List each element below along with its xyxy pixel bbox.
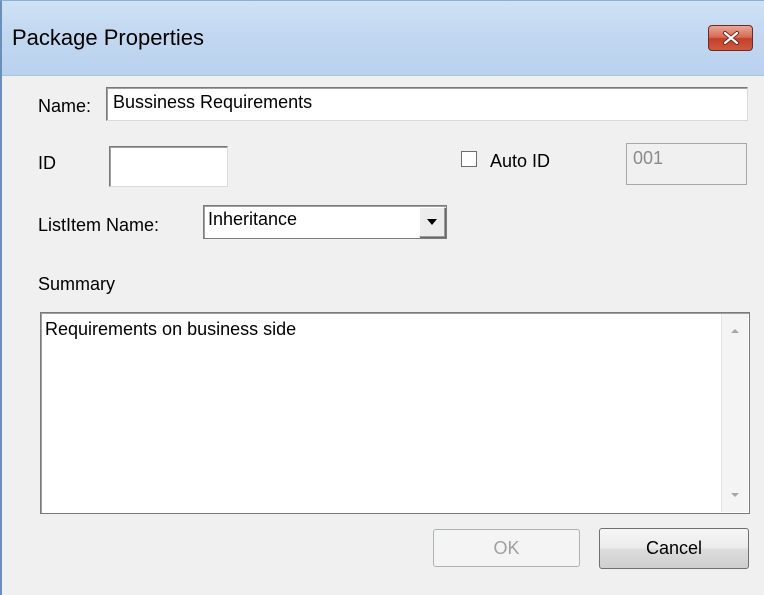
dropdown-arrow-button[interactable] (419, 207, 445, 237)
cancel-button[interactable]: Cancel (599, 528, 749, 569)
auto-id-value: 001 (633, 148, 664, 168)
name-field[interactable]: Bussiness Requirements (106, 87, 748, 121)
close-icon (722, 31, 740, 45)
package-properties-dialog: Package Properties Name: Bussiness Requi… (0, 0, 764, 595)
listitem-name-value: Inheritance (208, 209, 298, 229)
title-bar[interactable]: Package Properties (2, 1, 764, 76)
chevron-down-icon (426, 213, 438, 231)
dialog-title: Package Properties (12, 25, 204, 50)
summary-label: Summary (38, 274, 116, 294)
scroll-up-arrow-icon[interactable] (722, 318, 748, 344)
summary-text: Requirements on business side (45, 319, 297, 339)
scroll-down-arrow-icon[interactable] (722, 482, 748, 508)
id-field[interactable] (109, 146, 228, 187)
auto-id-field: 001 (626, 143, 747, 185)
id-label: ID (38, 153, 56, 173)
close-button[interactable] (708, 25, 753, 51)
auto-id-checkbox[interactable] (461, 151, 477, 167)
name-field-value: Bussiness Requirements (113, 92, 313, 112)
summary-textarea[interactable]: Requirements on business side (40, 312, 750, 514)
listitem-name-label: ListItem Name: (38, 215, 160, 235)
name-label: Name: (38, 96, 92, 116)
auto-id-label[interactable]: Auto ID (490, 151, 550, 172)
summary-scrollbar[interactable] (721, 314, 748, 512)
ok-button[interactable]: OK (433, 529, 580, 567)
listitem-name-dropdown[interactable]: Inheritance (203, 205, 447, 239)
